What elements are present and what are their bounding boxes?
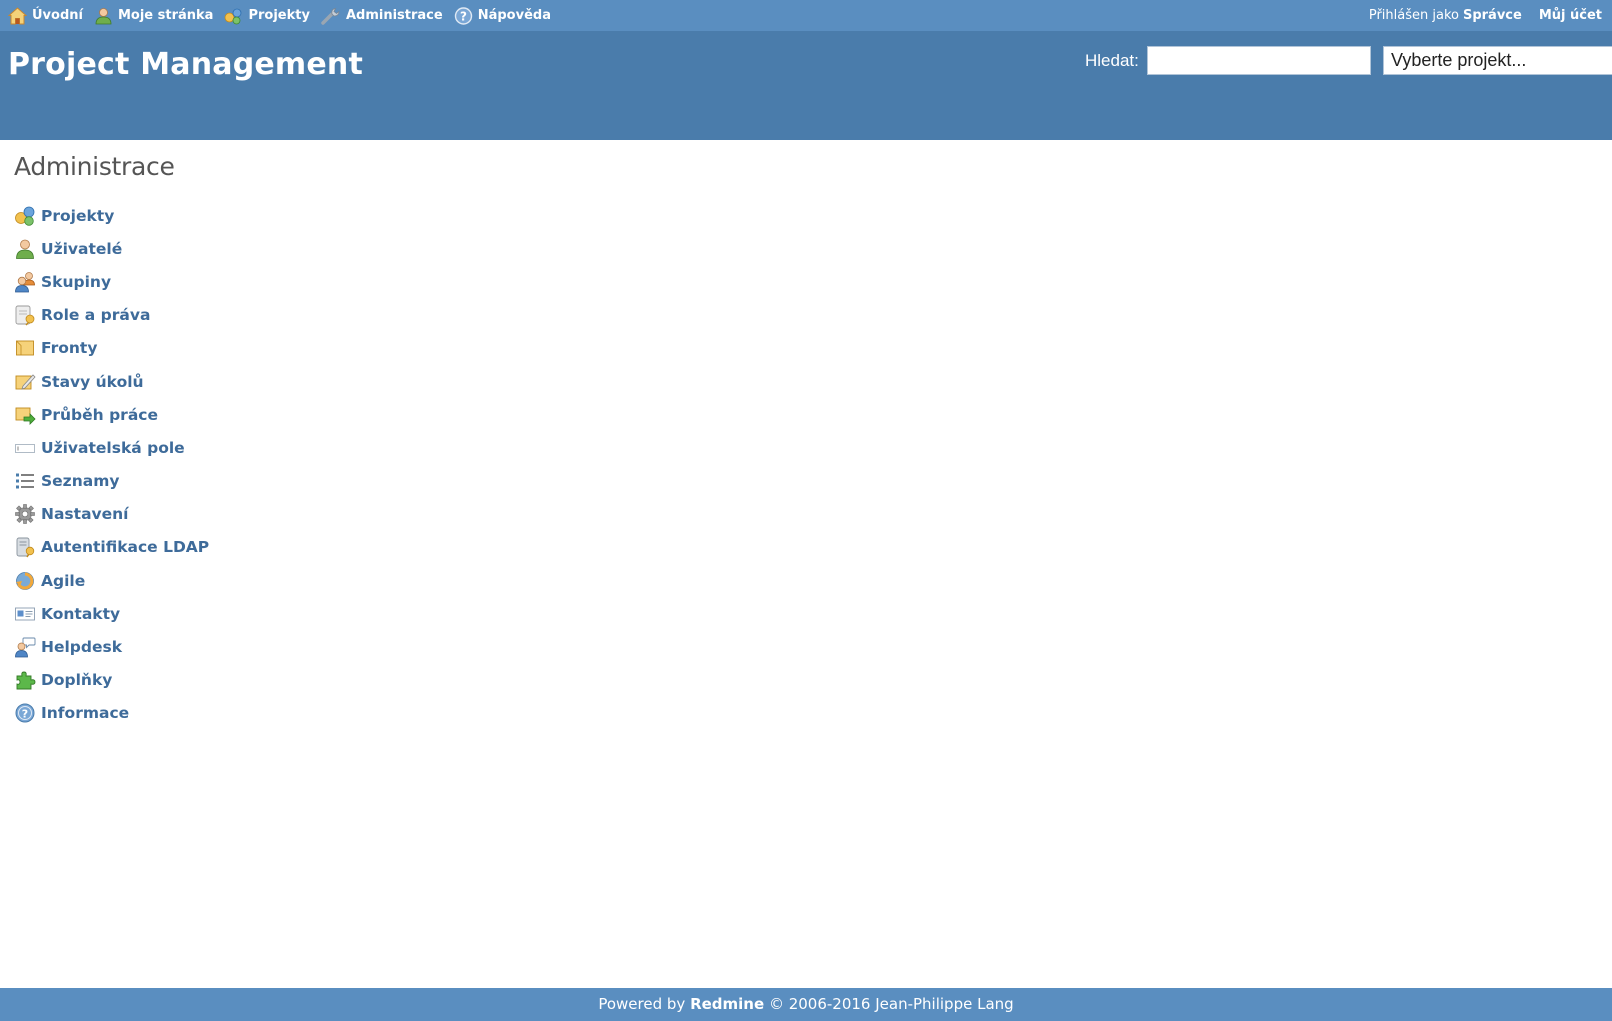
admin-menu-label: Stavy úkolů — [41, 372, 144, 391]
footer: Powered by Redmine © 2006-2016 Jean-Phil… — [0, 988, 1612, 1021]
admin-menu-information[interactable]: ? Informace — [14, 697, 209, 730]
content: Administrace Projekty Uživatelé Skupiny … — [14, 152, 209, 730]
admin-menu-label: Průběh práce — [41, 405, 158, 424]
top-menu-projects[interactable]: Projekty — [224, 7, 310, 25]
search-label: Hledat: — [1085, 50, 1139, 70]
trackers-icon — [14, 337, 36, 359]
header: Project Management Hledat: Vyberte proje… — [0, 31, 1612, 140]
agile-icon — [14, 570, 36, 592]
gear-icon — [14, 503, 36, 525]
list-icon — [14, 470, 36, 492]
top-menu-administration[interactable]: Administrace — [321, 7, 443, 25]
custom-fields-icon — [14, 437, 36, 459]
footer-redmine-link[interactable]: Redmine — [690, 995, 764, 1013]
admin-menu-label: Agile — [41, 571, 86, 590]
user-icon — [14, 238, 36, 260]
top-menu-projects-label: Projekty — [248, 8, 310, 23]
contacts-icon — [14, 603, 36, 625]
ldap-icon — [14, 536, 36, 558]
helpdesk-icon — [14, 636, 36, 658]
admin-menu: Projekty Uživatelé Skupiny Role a práva … — [14, 199, 209, 730]
wrench-icon — [321, 7, 340, 25]
admin-menu-settings[interactable]: Nastavení — [14, 498, 209, 531]
content-title: Administrace — [14, 152, 175, 181]
admin-menu-workflow[interactable]: Průběh práce — [14, 398, 209, 431]
logged-user-link[interactable]: Správce — [1463, 8, 1522, 23]
admin-menu-label: Nastavení — [41, 505, 129, 524]
footer-prefix: Powered by — [598, 995, 686, 1013]
workflow-icon — [14, 404, 36, 426]
top-menu-home[interactable]: Úvodní — [8, 6, 83, 25]
top-menu-home-label: Úvodní — [32, 8, 83, 23]
admin-menu-contacts[interactable]: Kontakty — [14, 597, 209, 630]
admin-menu-groups[interactable]: Skupiny — [14, 265, 209, 298]
top-menu: Úvodní Moje stránka Projekty Administrac… — [0, 0, 1612, 31]
svg-text:?: ? — [22, 708, 28, 721]
top-menu-my-page-label: Moje stránka — [117, 8, 214, 23]
admin-menu-issue-statuses[interactable]: Stavy úkolů — [14, 365, 209, 398]
group-icon — [14, 271, 36, 293]
admin-menu-label: Autentifikace LDAP — [41, 538, 210, 557]
admin-menu-label: Helpdesk — [41, 638, 123, 657]
admin-menu-label: Fronty — [41, 339, 98, 358]
admin-menu-custom-fields[interactable]: Uživatelská pole — [14, 431, 209, 464]
admin-menu-ldap[interactable]: Autentifikace LDAP — [14, 531, 209, 564]
project-jump-select[interactable]: Vyberte projekt... — [1383, 46, 1612, 75]
help-icon: ? — [454, 6, 472, 25]
admin-menu-projects[interactable]: Projekty — [14, 199, 209, 232]
admin-menu-users[interactable]: Uživatelé — [14, 232, 209, 265]
roles-icon — [14, 304, 36, 326]
info-icon: ? — [14, 702, 36, 724]
top-menu-left: Úvodní Moje stránka Projekty Administrac… — [8, 0, 562, 31]
admin-menu-label: Role a práva — [41, 306, 151, 325]
issue-statuses-icon — [14, 371, 36, 393]
svg-text:?: ? — [460, 9, 467, 23]
my-account-link[interactable]: Můj účet — [1539, 8, 1602, 23]
account-area: Přihlášen jako Správce Můj účet — [1369, 0, 1612, 31]
projects-icon — [14, 205, 36, 227]
admin-menu-label: Kontakty — [41, 604, 121, 623]
admin-menu-label: Doplňky — [41, 671, 113, 690]
admin-menu-label: Informace — [41, 704, 130, 723]
admin-menu-label: Seznamy — [41, 472, 120, 491]
admin-menu-enumerations[interactable]: Seznamy — [14, 465, 209, 498]
home-icon — [8, 6, 27, 24]
top-menu-administration-label: Administrace — [345, 8, 443, 23]
search-input[interactable] — [1146, 46, 1371, 75]
top-menu-my-page[interactable]: Moje stránka — [94, 7, 213, 25]
admin-menu-label: Uživatelská pole — [41, 438, 185, 457]
footer-copyright: © 2006-2016 Jean-Philippe Lang — [768, 995, 1014, 1013]
quick-search: Hledat: — [1085, 46, 1371, 75]
projects-icon — [225, 8, 242, 24]
admin-menu-label: Uživatelé — [41, 239, 123, 258]
logged-as-label: Přihlášen jako — [1368, 8, 1459, 23]
admin-menu-agile[interactable]: Agile — [14, 564, 209, 597]
admin-menu-helpdesk[interactable]: Helpdesk — [14, 630, 209, 663]
admin-menu-plugins[interactable]: Doplňky — [14, 664, 209, 697]
admin-menu-trackers[interactable]: Fronty — [14, 332, 209, 365]
top-menu-help-label: Nápověda — [477, 8, 551, 23]
user-icon — [95, 7, 112, 24]
admin-menu-label: Skupiny — [41, 272, 112, 291]
top-menu-help[interactable]: ? Nápověda — [454, 6, 551, 25]
admin-menu-label: Projekty — [41, 206, 115, 225]
admin-menu-roles[interactable]: Role a práva — [14, 299, 209, 332]
plugin-icon — [14, 669, 36, 691]
page-title: Project Management — [8, 47, 364, 82]
